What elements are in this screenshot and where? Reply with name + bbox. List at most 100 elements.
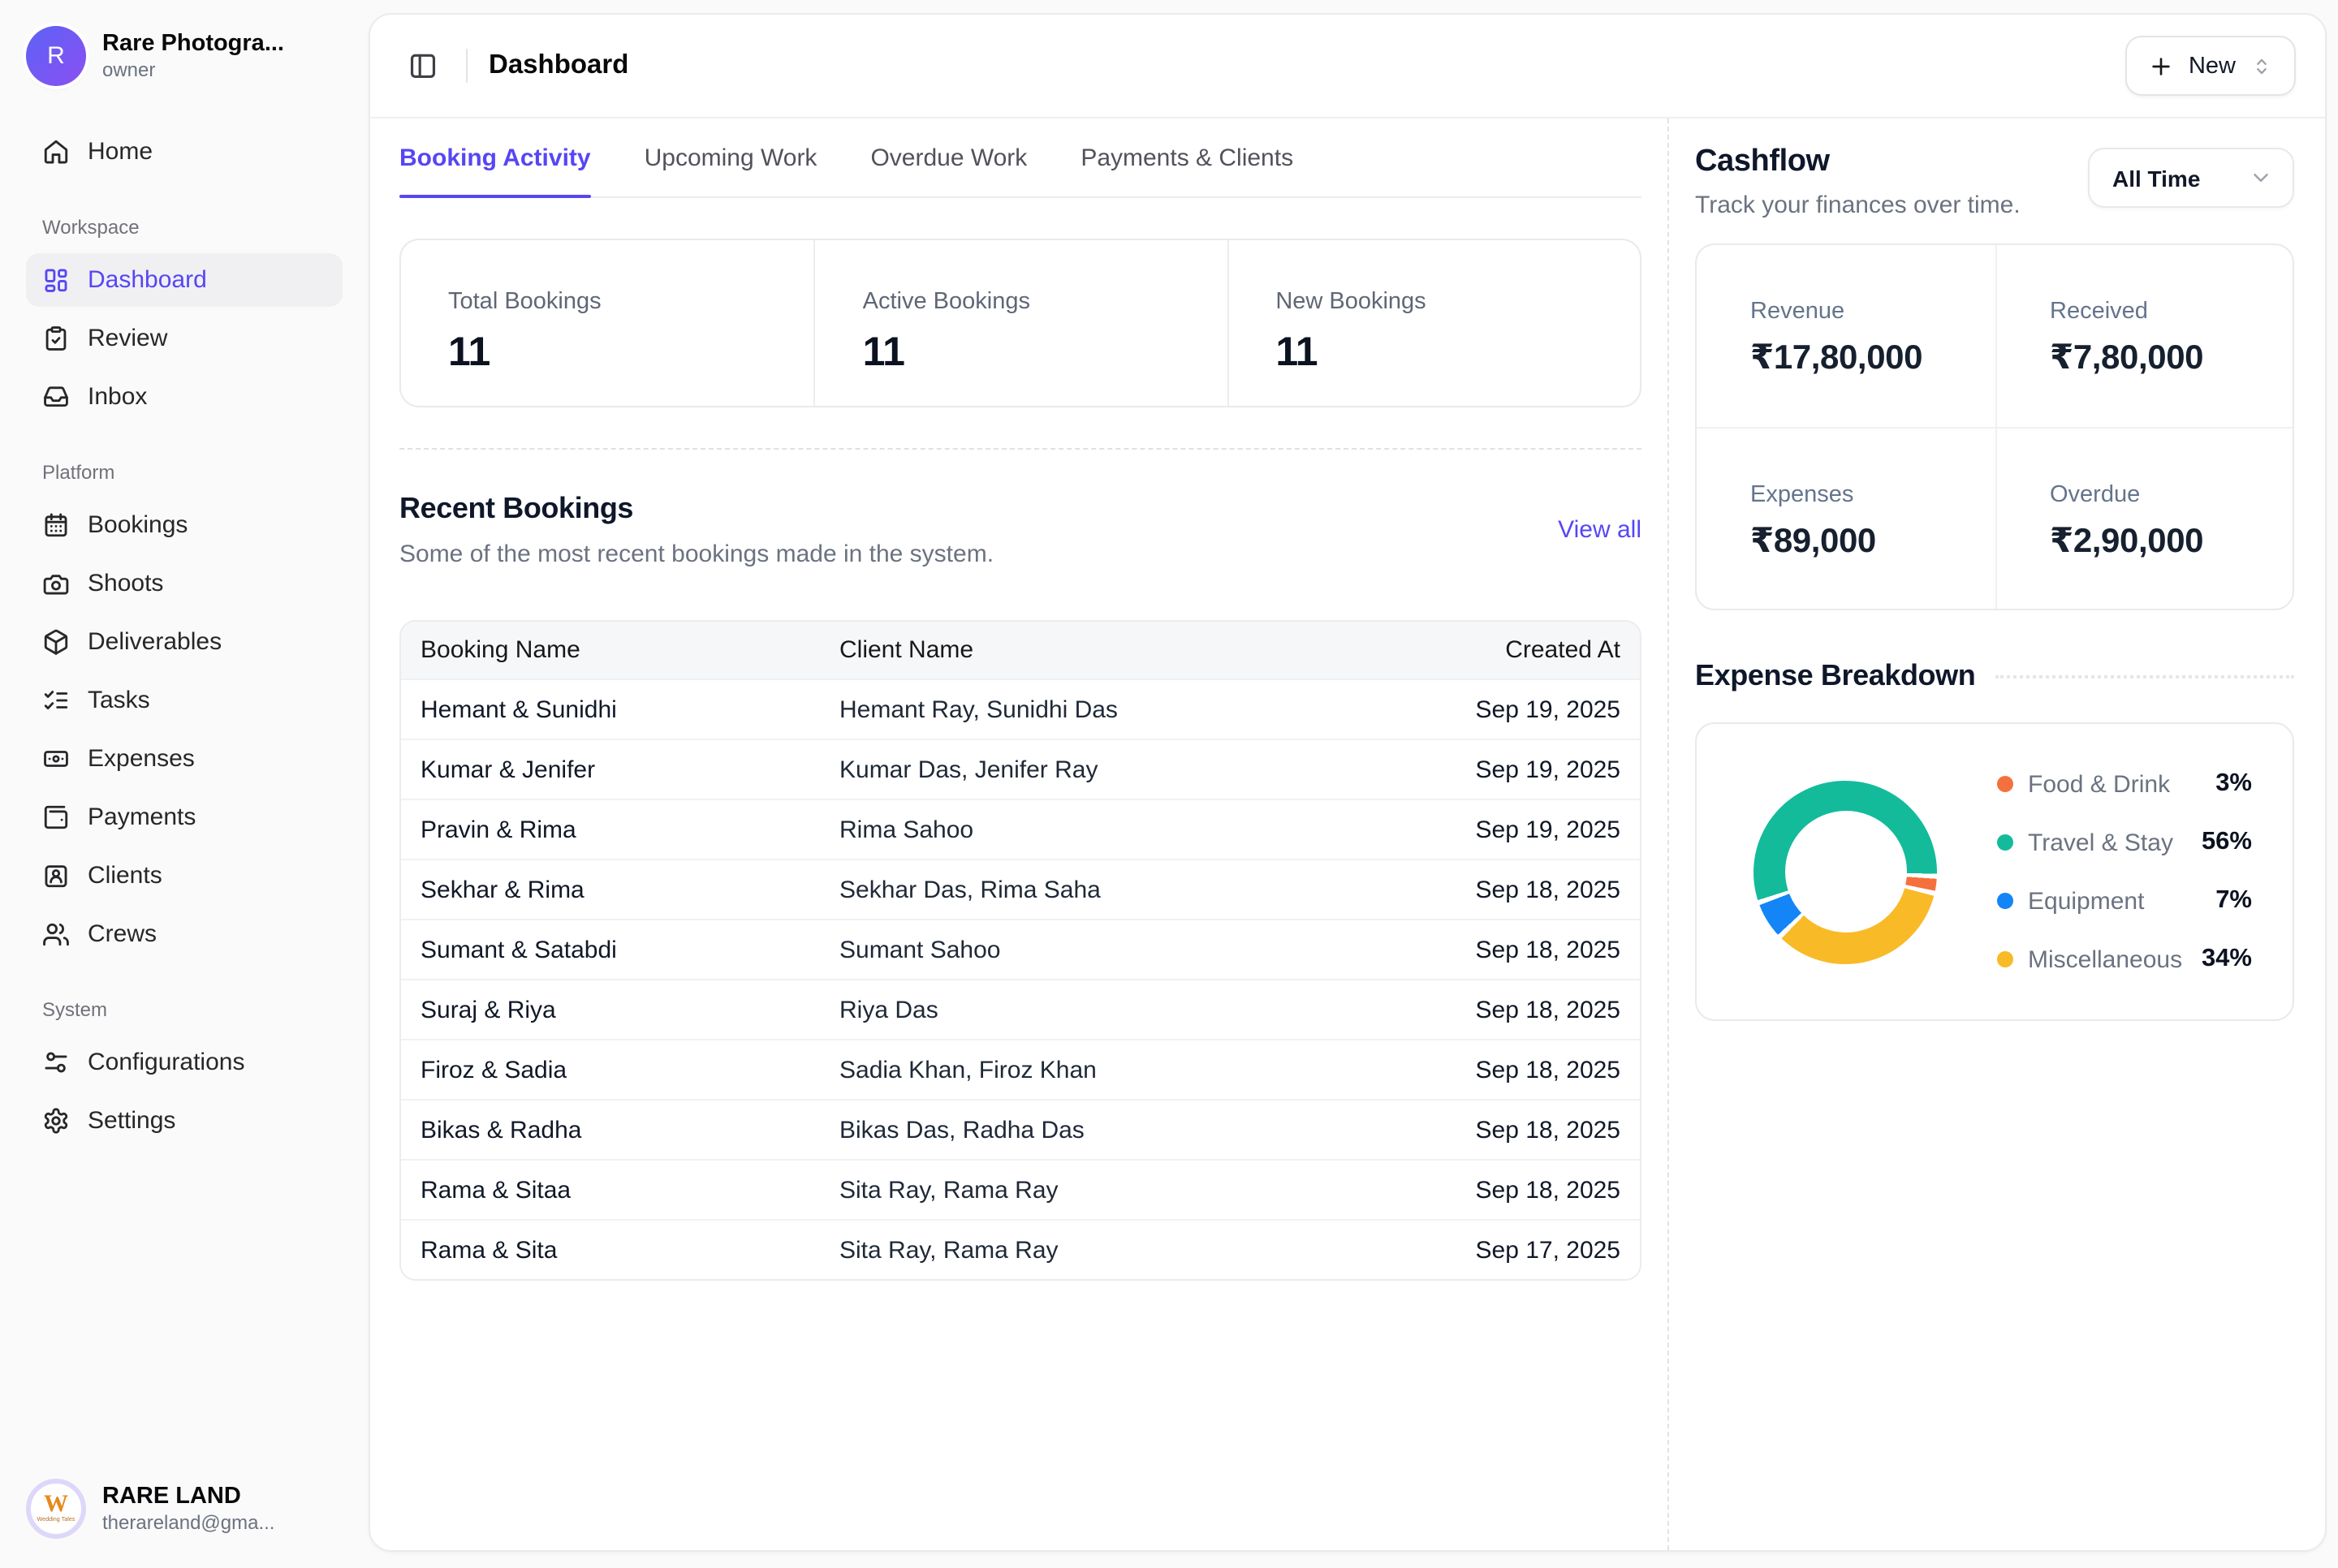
sidebar-item-deliverables[interactable]: Deliverables (26, 614, 343, 668)
client-name-cell: Sita Ray, Rama Ray (820, 1176, 1364, 1204)
tab-list: Booking Activity Upcoming Work Overdue Wor… (399, 118, 1641, 198)
sidebar-item-home[interactable]: Home (26, 124, 343, 178)
sidebar-item-label: Deliverables (88, 627, 222, 655)
table-row[interactable]: Suraj & RiyaRiya DasSep 18, 2025 (401, 979, 1640, 1039)
view-all-link[interactable]: View all (1558, 516, 1641, 544)
sidebar-item-label: Home (88, 137, 153, 165)
cashflow-metric-expenses: Expenses₹89,000 (1697, 427, 1995, 609)
table-row[interactable]: Bikas & RadhaBikas Das, Radha DasSep 18,… (401, 1099, 1640, 1159)
tab-upcoming-work[interactable]: Upcoming Work (645, 118, 817, 196)
section-dashed-divider (399, 448, 1641, 450)
sidebar-item-inbox[interactable]: Inbox (26, 369, 343, 423)
metric-value: ₹17,80,000 (1750, 338, 1995, 378)
sidebar-item-expenses[interactable]: Expenses (26, 731, 343, 785)
donut-hole (1784, 811, 1906, 933)
cashflow-metric-revenue: Revenue₹17,80,000 (1697, 245, 1995, 427)
booking-name-cell: Bikas & Radha (401, 1116, 820, 1144)
sidebar-item-label: Payments (88, 803, 196, 830)
table-row[interactable]: Sekhar & RimaSekhar Das, Rima SahaSep 18… (401, 859, 1640, 919)
client-name-cell: Bikas Das, Radha Das (820, 1116, 1364, 1144)
tab-booking-activity[interactable]: Booking Activity (399, 118, 591, 196)
topbar: Dashboard New (370, 15, 2325, 118)
recent-bookings-header: Recent Bookings Some of the most recent … (399, 492, 1641, 568)
column-header-booking-name: Booking Name (401, 636, 820, 664)
sidebar-item-crews[interactable]: Crews (26, 907, 343, 960)
workspace-switcher[interactable]: R Rare Photogra... owner (26, 26, 343, 86)
sidebar-item-label: Inbox (88, 382, 147, 410)
panel-left-icon[interactable] (399, 43, 445, 88)
legend-label: Equipment (2028, 887, 2144, 915)
account-logo-label: Wedding Tales (37, 1516, 75, 1523)
workspace-avatar: R (26, 26, 86, 86)
created-at-cell: Sep 19, 2025 (1364, 816, 1640, 843)
table-row[interactable]: Pravin & RimaRima SahooSep 19, 2025 (401, 799, 1640, 859)
sidebar-item-clients[interactable]: Clients (26, 848, 343, 902)
tab-overdue-work[interactable]: Overdue Work (870, 118, 1027, 196)
sidebar-item-tasks[interactable]: Tasks (26, 673, 343, 726)
created-at-cell: Sep 18, 2025 (1364, 996, 1640, 1023)
sidebar-item-bookings[interactable]: Bookings (26, 498, 343, 551)
booking-name-cell: Sekhar & Rima (401, 876, 820, 903)
sidebar-item-label: Configurations (88, 1048, 244, 1075)
new-button[interactable]: New (2125, 36, 2296, 96)
workspace-name: Rare Photogra... (102, 31, 326, 57)
table-row[interactable]: Rama & SitaSita Ray, Rama RaySep 17, 202… (401, 1219, 1640, 1279)
table-row[interactable]: Kumar & JeniferKumar Das, Jenifer RaySep… (401, 739, 1640, 799)
expense-donut-chart (1754, 780, 1937, 963)
time-range-select[interactable]: All Time (2088, 148, 2294, 208)
stat-label: Active Bookings (863, 289, 1227, 315)
sidebar-item-configurations[interactable]: Configurations (26, 1035, 343, 1088)
sidebar-item-label: Tasks (88, 686, 150, 713)
users-icon (42, 920, 70, 947)
table-row[interactable]: Rama & SitaaSita Ray, Rama RaySep 18, 20… (401, 1159, 1640, 1219)
content: Booking Activity Upcoming Work Overdue Wor… (370, 118, 2325, 1550)
legend-value: 56% (2202, 828, 2252, 857)
cashflow-metric-overdue: Overdue₹2,90,000 (1995, 427, 2293, 609)
sidebar-item-review[interactable]: Review (26, 311, 343, 364)
client-name-cell: Sumant Sahoo (820, 936, 1364, 963)
sidebar: R Rare Photogra... owner Home Workspace Da… (0, 0, 369, 1568)
sidebar-item-shoots[interactable]: Shoots (26, 556, 343, 610)
recent-bookings-heading: Recent Bookings Some of the most recent … (399, 492, 994, 568)
stat-label: Total Bookings (448, 289, 814, 315)
column-header-client-name: Client Name (820, 636, 1364, 664)
account-info: RARE LAND therareland@gma... (102, 1484, 326, 1534)
client-name-cell: Hemant Ray, Sunidhi Das (820, 696, 1364, 723)
left-pane: Booking Activity Upcoming Work Overdue Wor… (399, 118, 1641, 1550)
legend-dot (1997, 776, 2013, 792)
table-row[interactable]: Firoz & SadiaSadia Khan, Firoz KhanSep 1… (401, 1039, 1640, 1099)
legend-dot (1997, 951, 2013, 967)
chart-legend: Food & Drink3%Travel & Stay56%Equipment7… (1997, 768, 2252, 976)
sidebar-item-settings[interactable]: Settings (26, 1093, 343, 1147)
sidebar-section-label: Workspace (26, 216, 343, 239)
recent-bookings-title: Recent Bookings (399, 492, 994, 526)
workspace-avatar-initial: R (47, 42, 65, 70)
inbox-icon (42, 382, 70, 410)
booking-name-cell: Firoz & Sadia (401, 1056, 820, 1083)
topbar-divider (466, 49, 468, 83)
sidebar-section-label: System (26, 998, 343, 1021)
legend-dot (1997, 834, 2013, 851)
home-icon (42, 137, 70, 165)
sidebar-item-payments[interactable]: Payments (26, 790, 343, 843)
client-name-cell: Kumar Das, Jenifer Ray (820, 756, 1364, 783)
page-title: Dashboard (489, 50, 628, 81)
cashflow-metric-received: Received₹7,80,000 (1995, 245, 2293, 427)
booking-name-cell: Suraj & Riya (401, 996, 820, 1023)
plus-icon (2148, 53, 2174, 79)
tab-payments-and-clients[interactable]: Payments & Clients (1081, 118, 1293, 196)
account-switcher[interactable]: W Wedding Tales RARE LAND therareland@gm… (26, 1479, 343, 1539)
client-name-cell: Rima Sahoo (820, 816, 1364, 843)
sidebar-item-label: Review (88, 324, 167, 351)
stat-total-bookings: Total Bookings11 (401, 240, 814, 406)
bookings-table: Booking NameClient NameCreated AtHemant … (399, 620, 1641, 1281)
stat-value: 11 (863, 330, 1227, 377)
right-pane: Cashflow Track your finances over time. … (1695, 118, 2294, 1550)
main-panel: Dashboard New Booking Activity Upcoming W… (369, 13, 2327, 1552)
account-logo: W Wedding Tales (26, 1479, 86, 1539)
sidebar-item-dashboard[interactable]: Dashboard (26, 252, 343, 306)
created-at-cell: Sep 19, 2025 (1364, 696, 1640, 723)
table-row[interactable]: Sumant & SatabdiSumant SahooSep 18, 2025 (401, 919, 1640, 979)
table-row[interactable]: Hemant & SunidhiHemant Ray, Sunidhi DasS… (401, 678, 1640, 739)
sidebar-item-label: Bookings (88, 510, 188, 538)
